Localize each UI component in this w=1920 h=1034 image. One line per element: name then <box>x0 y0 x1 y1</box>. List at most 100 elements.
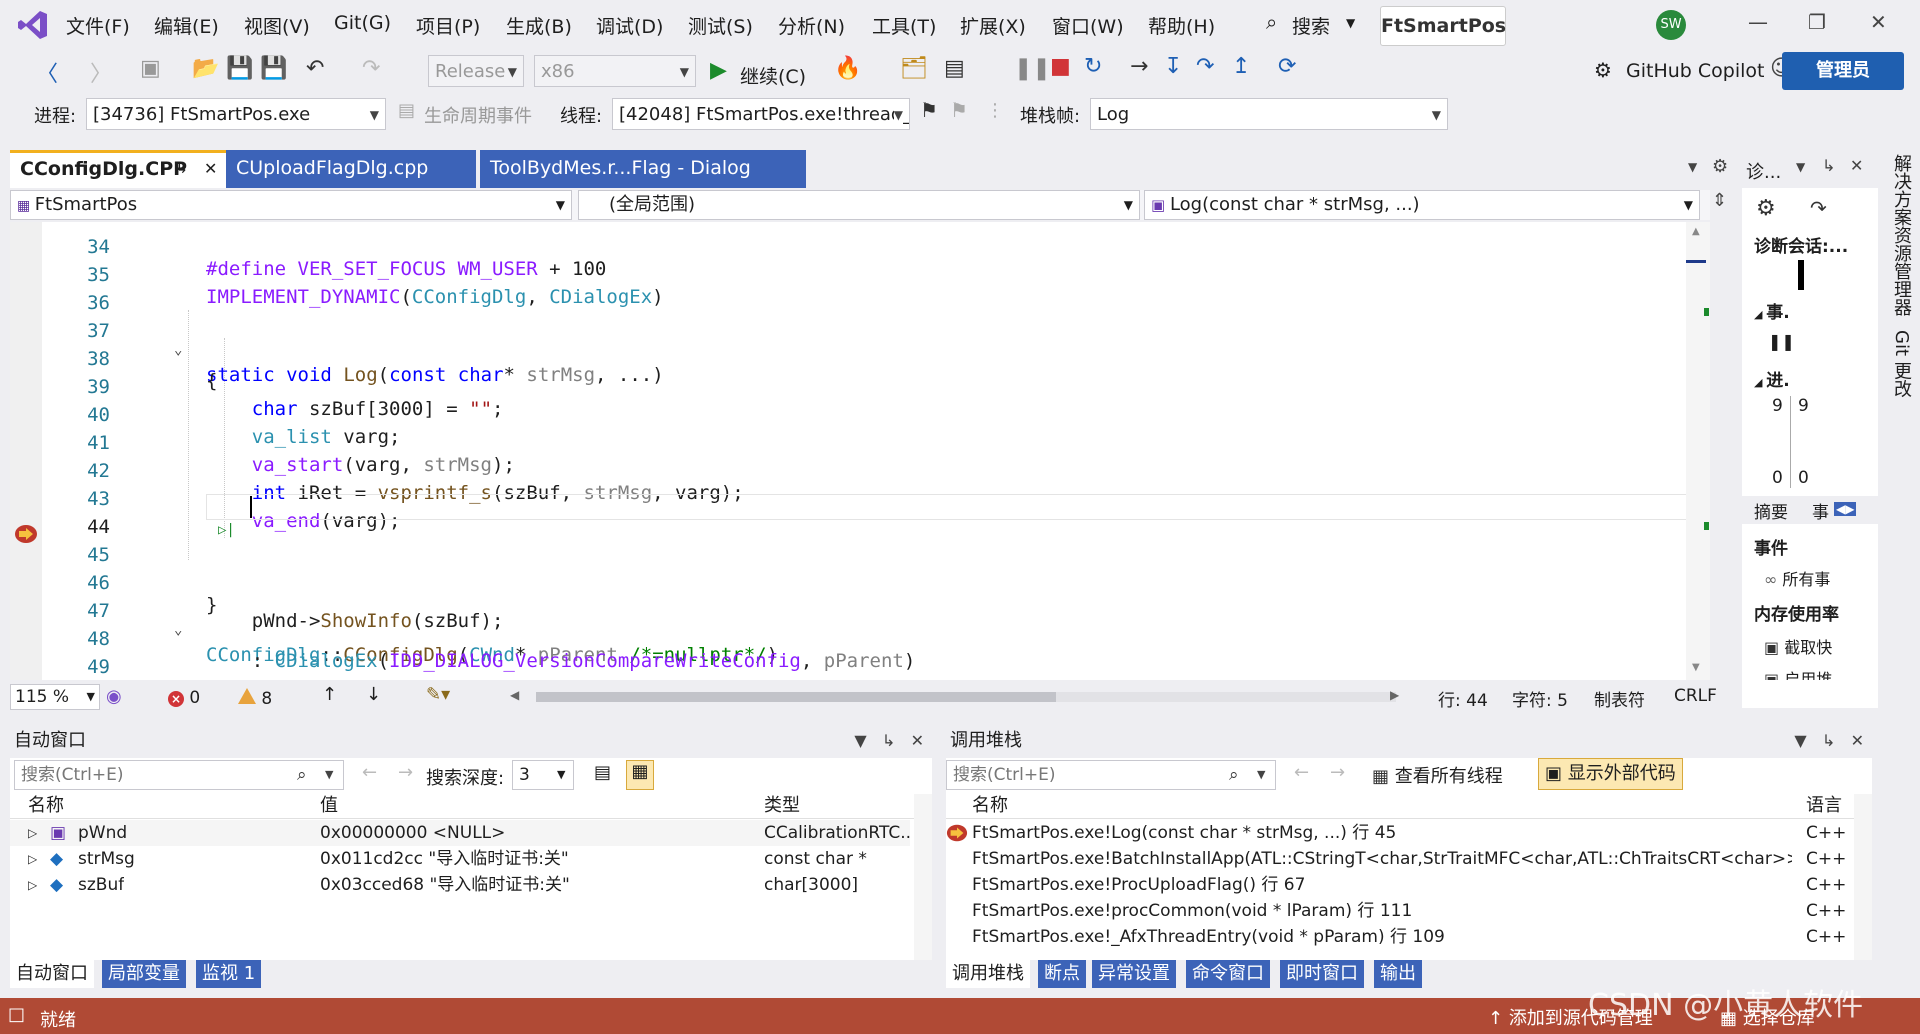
global-search-button[interactable]: ⌕ 搜索 ▼ <box>1262 8 1370 42</box>
step-over-icon[interactable]: ↷ <box>1196 54 1214 79</box>
chevron-down-icon[interactable]: ▼ <box>854 731 866 750</box>
tab-scroll-icon[interactable]: ◀▶ <box>1834 502 1857 516</box>
line-ending[interactable]: CRLF <box>1674 686 1717 706</box>
search-next-icon[interactable]: → <box>398 762 413 783</box>
menu-tools[interactable]: 工具(T) <box>872 12 936 39</box>
tab-output[interactable]: 输出 <box>1374 960 1422 988</box>
table-row[interactable]: FtSmartPos.exe!Log(const char * strMsg, … <box>946 820 1852 846</box>
warning-count[interactable]: 8 <box>238 688 272 709</box>
table-row[interactable]: FtSmartPos.exe!BatchInstallApp(ATL::CStr… <box>946 846 1852 872</box>
tab-autos[interactable]: 自动窗口 <box>10 960 94 988</box>
scope-nav-select[interactable]: (全局范围) ▼ <box>578 190 1140 220</box>
flag-threads-icon[interactable]: ⚑ <box>950 98 968 122</box>
close-icon[interactable]: ✕ <box>1850 156 1863 175</box>
expand-icon[interactable]: ▷ <box>28 872 37 898</box>
process-memory-short[interactable]: ◢ 进. <box>1754 366 1790 391</box>
hot-reload-icon[interactable]: 🔥 <box>834 56 861 81</box>
menu-window[interactable]: 窗口(W) <box>1052 12 1124 39</box>
forward-icon[interactable]: 〉 <box>90 56 112 88</box>
menu-project[interactable]: 项目(P) <box>416 12 480 39</box>
tab-command-window[interactable]: 命令窗口 <box>1186 960 1270 988</box>
thread-select[interactable]: [42048] FtSmartPos.exe!thread_ ▼ <box>612 98 910 130</box>
close-icon[interactable]: ✕ <box>911 731 924 750</box>
search-previous-icon[interactable]: ← <box>1294 762 1309 783</box>
scroll-left-icon[interactable]: ◀ <box>510 688 519 702</box>
horizontal-scroll-thumb[interactable] <box>536 692 1056 702</box>
menu-help[interactable]: 帮助(H) <box>1148 12 1215 39</box>
autos-scrollbar[interactable] <box>914 794 932 960</box>
table-row[interactable]: FtSmartPos.exe!ProcUploadFlag() 行 67 C++ <box>946 872 1852 898</box>
stackframe-select[interactable]: Log ▼ <box>1090 98 1448 130</box>
tab-cconfigdlg-cpp[interactable]: CConfigDlg.CPP ↳ ✕ <box>10 150 226 188</box>
solution-platform-select[interactable]: x86 ▼ <box>534 55 696 87</box>
cursor-char[interactable]: 字符: 5 <box>1512 686 1568 711</box>
open-folder-icon[interactable]: 📂 <box>192 56 219 81</box>
table-row[interactable]: FtSmartPos.exe!_AfxThreadEntry(void * pP… <box>946 924 1852 950</box>
layout-icon[interactable]: ▤ <box>944 56 965 81</box>
cursor-line[interactable]: 行: 44 <box>1438 686 1488 711</box>
code-cleanup-icon[interactable]: ✎▾ <box>426 684 450 705</box>
menu-extensions[interactable]: 扩展(X) <box>960 12 1026 39</box>
col-language[interactable]: 语言 <box>1806 794 1842 818</box>
code-editor[interactable]: 34 #define VER_SET_FOCUS WM_USER + 100 3… <box>10 222 1710 680</box>
tab-call-stack[interactable]: 调用堆栈 <box>946 960 1030 988</box>
col-type[interactable]: 类型 <box>764 794 800 818</box>
pin-icon[interactable]: ↳ <box>1822 156 1835 175</box>
step-into-icon[interactable]: ↧ <box>1164 54 1182 79</box>
table-row[interactable]: ▷ ▣ pWnd 0x00000000 <NULL> CCalibrationR… <box>10 820 910 846</box>
tab-events[interactable]: 事 <box>1812 498 1829 523</box>
tab-summary[interactable]: 摘要 <box>1754 498 1788 523</box>
solution-configuration-select[interactable]: Release ▼ <box>428 55 524 87</box>
close-icon[interactable]: ✕ <box>1870 10 1887 34</box>
hex-display-icon[interactable]: ▦ <box>626 760 654 790</box>
flag-icon[interactable]: ⚑ <box>920 98 938 122</box>
copilot-status-icon[interactable]: ◉ <box>106 686 122 707</box>
solution-explorer-tab[interactable]: 解决方案资源管理器 <box>1888 154 1914 316</box>
minimize-icon[interactable]: — <box>1748 10 1768 34</box>
zoom-select[interactable]: 115 % ▼ <box>10 684 100 710</box>
menu-analyze[interactable]: 分析(N) <box>778 12 845 39</box>
undo-icon[interactable]: ↶ <box>306 56 324 81</box>
callstack-search-input[interactable]: 搜索(Ctrl+E) ⌕ ▼ <box>946 760 1276 790</box>
expand-icon[interactable]: ▷ <box>28 820 37 846</box>
process-icon[interactable]: 🗂 <box>900 56 928 81</box>
avatar[interactable]: SW <box>1656 10 1686 40</box>
process-select[interactable]: [34736] FtSmartPos.exe ▼ <box>86 98 386 130</box>
indent-mode[interactable]: 制表符 <box>1594 686 1645 711</box>
tab-immediate-window[interactable]: 即时窗口 <box>1280 960 1364 988</box>
tab-list-dropdown-icon[interactable]: ▼ <box>1688 160 1697 174</box>
menu-build[interactable]: 生成(B) <box>506 12 572 39</box>
table-row[interactable]: ▷ ◆ szBuf 0x03cced68 "导入临时证书:关" char[300… <box>10 872 910 898</box>
back-icon[interactable]: 〈 <box>36 56 58 88</box>
step-out-icon[interactable]: ↥ <box>1232 54 1250 79</box>
menu-view[interactable]: 视图(V) <box>244 12 310 39</box>
stop-icon[interactable]: ■ <box>1050 54 1071 79</box>
pause-icon[interactable]: ❚❚ <box>1014 56 1051 81</box>
restart-icon[interactable]: ↻ <box>1084 54 1102 79</box>
save-all-icon[interactable]: 💾 <box>260 56 287 81</box>
error-count[interactable]: × 0 <box>168 688 200 708</box>
close-tab-icon[interactable]: ✕ <box>204 153 217 185</box>
scroll-down-icon[interactable]: ▼ <box>1692 662 1700 673</box>
menu-edit[interactable]: 编辑(E) <box>154 12 219 39</box>
enable-heap-button[interactable]: ▣ 启用堆 <box>1764 666 1832 680</box>
events-short[interactable]: ◢ 事. <box>1754 298 1790 323</box>
editor-horizontal-scrollbar[interactable] <box>536 692 1396 702</box>
scroll-right-icon[interactable]: ▶ <box>1390 688 1399 702</box>
search-previous-icon[interactable]: ← <box>362 762 377 783</box>
chevron-down-icon[interactable]: ▼ <box>1796 160 1805 174</box>
show-external-code-button[interactable]: ▣ 显示外部代码 <box>1538 758 1683 790</box>
redo-icon[interactable]: ↷ <box>362 56 380 81</box>
callstack-scrollbar[interactable] <box>1854 794 1872 960</box>
autos-search-input[interactable]: 搜索(Ctrl+E) ⌕ ▼ <box>14 760 344 790</box>
tab-dialog-resource[interactable]: ToolBydMes.r...Flag - Dialog <box>480 150 806 188</box>
col-name[interactable]: 名称 <box>972 794 1008 818</box>
all-events-filter[interactable]: ∞ 所有事 <box>1764 566 1830 590</box>
restore-icon[interactable]: ❐ <box>1808 10 1826 34</box>
split-editor-icon[interactable]: ⇕ <box>1712 190 1727 211</box>
member-nav-select[interactable]: ▣ Log(const char * strMsg, ...) ▼ <box>1144 190 1700 220</box>
pause-icon[interactable]: ❚❚ <box>1768 332 1795 351</box>
pin-icon[interactable]: ↳ <box>882 731 895 750</box>
gear-icon[interactable]: ⚙ <box>1756 196 1776 221</box>
search-depth-select[interactable]: 3 ▼ <box>512 760 574 790</box>
